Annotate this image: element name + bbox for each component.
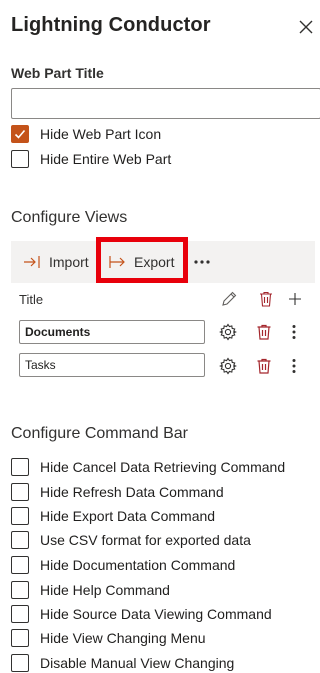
checkmark-icon	[14, 129, 26, 139]
command-bar-checkbox[interactable]: Hide Source Data Viewing Command	[11, 604, 272, 624]
view-name-input[interactable]	[19, 353, 205, 377]
command-bar-checkbox[interactable]: Disable Manual View Changing	[11, 653, 234, 673]
command-bar-checkbox[interactable]: Hide Export Data Command	[11, 506, 215, 526]
checkbox-box[interactable]	[11, 150, 29, 168]
configure-views-heading: Configure Views	[11, 209, 128, 226]
command-bar-checkbox[interactable]: Use CSV format for exported data	[11, 530, 251, 550]
checkbox-box[interactable]	[11, 507, 29, 525]
checkbox-label: Hide Export Data Command	[40, 508, 216, 524]
export-highlight-box	[96, 237, 188, 283]
import-button[interactable]: Import	[23, 241, 89, 283]
checkbox-label: Hide Documentation Command	[40, 557, 236, 573]
command-bar-checkbox[interactable]: Hide Help Command	[11, 580, 170, 600]
close-icon[interactable]	[298, 19, 314, 35]
delete-all-icon[interactable]	[257, 290, 275, 308]
checkbox-label: Hide Help Command	[40, 582, 170, 598]
import-icon	[24, 256, 40, 268]
checkbox-box[interactable]	[11, 483, 29, 501]
command-bar-checkbox[interactable]: Hide Documentation Command	[11, 555, 235, 575]
view-name-input[interactable]	[19, 320, 205, 344]
checkbox-box[interactable]	[11, 654, 29, 672]
delete-icon[interactable]	[255, 357, 273, 375]
checkbox-box[interactable]	[11, 581, 29, 599]
edit-icon[interactable]	[220, 290, 238, 308]
add-icon[interactable]	[286, 290, 304, 308]
checkbox-label: Hide Cancel Data Retrieving Command	[40, 459, 286, 475]
more-vertical-icon[interactable]	[285, 323, 303, 341]
checkbox-box[interactable]	[11, 556, 29, 574]
hide-entire-web-part-checkbox[interactable]: Hide Entire Web Part	[11, 149, 171, 169]
checkbox-label: Use CSV format for exported data	[40, 532, 251, 548]
import-label: Import	[49, 254, 89, 270]
panel-title: Lightning Conductor	[11, 14, 211, 36]
checkbox-label: Disable Manual View Changing	[40, 655, 235, 671]
checkbox-label: Hide Refresh Data Command	[40, 484, 224, 500]
checkbox-label: Hide Web Part Icon	[40, 126, 162, 142]
settings-icon[interactable]	[219, 323, 237, 341]
column-header-title: Title	[19, 292, 44, 307]
checkbox-box[interactable]	[11, 125, 29, 143]
command-bar-checkbox[interactable]: Hide Cancel Data Retrieving Command	[11, 457, 285, 477]
configure-command-bar-heading: Configure Command Bar	[11, 425, 188, 442]
checkbox-box[interactable]	[11, 605, 29, 623]
delete-icon[interactable]	[255, 323, 273, 341]
command-bar-checkbox[interactable]: Hide View Changing Menu	[11, 628, 206, 648]
checkbox-label: Hide View Changing Menu	[40, 630, 206, 646]
checkbox-box[interactable]	[11, 531, 29, 549]
hide-web-part-icon-checkbox[interactable]: Hide Web Part Icon	[11, 124, 161, 144]
checkbox-label: Hide Source Data Viewing Command	[40, 606, 272, 622]
more-vertical-icon[interactable]	[285, 357, 303, 375]
checkbox-box[interactable]	[11, 458, 29, 476]
web-part-title-input[interactable]	[11, 88, 320, 119]
checkbox-box[interactable]	[11, 629, 29, 647]
command-bar-checkbox[interactable]: Hide Refresh Data Command	[11, 482, 224, 502]
checkbox-label: Hide Entire Web Part	[40, 151, 172, 167]
web-part-title-label: Web Part Title	[11, 65, 104, 81]
more-icon	[194, 260, 210, 264]
more-button[interactable]	[193, 241, 211, 283]
settings-icon[interactable]	[219, 357, 237, 375]
